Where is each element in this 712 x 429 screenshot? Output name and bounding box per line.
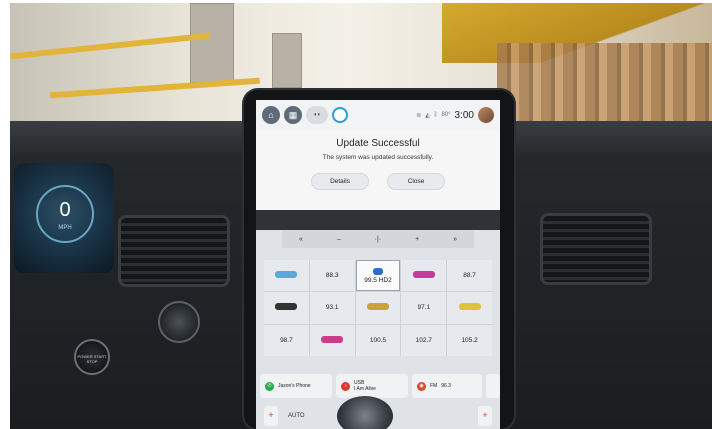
tuner-controls: « – ·|· + » [282,230,474,248]
station-logo-icon [366,303,389,311]
tune-indicator: ·|· [374,235,382,243]
preset-tile[interactable] [401,260,447,292]
drive-mode-knob[interactable] [158,301,200,343]
radio-icon: ◉ [417,381,426,391]
station-logo-icon [372,267,383,275]
tune-up-button[interactable]: + [415,236,419,243]
station-logo-icon [275,303,298,311]
preset-tile-selected[interactable]: 99.5 HD2 [355,260,401,292]
auto-climate-label[interactable]: AUTO [288,413,305,419]
assistant-icon[interactable] [332,107,348,123]
speed-value: 0 [59,199,71,221]
voice-icon[interactable]: ◖◗ [306,106,328,124]
preset-frequency: 97.1 [417,304,431,312]
details-button[interactable]: Details [311,173,369,190]
temp-up-left-button[interactable]: + [264,406,278,426]
phone-icon: ✆ [265,381,274,391]
instrument-cluster: 0 MPH [14,163,114,273]
usb-tile[interactable]: ♪ USB I Am Alive [336,374,408,398]
seek-forward-button[interactable]: » [453,236,457,243]
update-dialog: Update Successful The system was updated… [256,130,500,210]
bluetooth-icon: ᛒ [433,112,438,118]
apps-icon[interactable]: ▦ [284,106,302,124]
start-stop-label: POWER START STOP [77,354,107,364]
preset-frequency: 102.7 [415,336,432,344]
air-vent-left [118,215,230,287]
station-logo-icon [412,271,435,279]
preset-tile[interactable] [447,292,492,324]
speed-gauge: 0 MPH [36,185,94,243]
more-tile[interactable] [486,374,500,398]
volume-knob[interactable] [336,396,393,429]
start-stop-button[interactable]: POWER START STOP [74,339,110,375]
preset-tile[interactable]: 100.5 [355,324,401,356]
fm-tile[interactable]: ◉ FM 96.3 [412,374,482,398]
background-building [272,33,302,88]
clock: 3:00 [454,109,474,121]
speed-unit: MPH [58,225,72,231]
preset-tile[interactable] [264,292,309,324]
infotainment-screen: ⌂ ▦ ◖◗ ≋ ◭ ᛒ 80° 3:00 Update Successful … [256,100,500,429]
fm-frequency: 96.3 [441,383,451,389]
temperature: 80° [441,112,451,118]
background-building [190,3,234,83]
preset-tile[interactable]: 93.1 [309,292,355,324]
phone-label: Jason's Phone [278,383,311,389]
temp-up-right-button[interactable]: + [478,406,492,426]
fm-label: FM [430,383,438,389]
station-logo-icon [275,271,298,279]
preset-tile[interactable]: 97.1 [401,292,447,324]
preset-grid: 88.3 99.5 HD2 88.7 93.1 97.1 98.7 100.5 … [264,260,492,356]
dialog-title: Update Successful [336,138,420,149]
usb-label: USB I Am Alive [354,380,376,392]
preset-tile[interactable] [264,260,309,292]
air-vent-right [540,213,652,285]
preset-frequency: 93.1 [325,304,339,312]
home-icon[interactable]: ⌂ [262,106,280,124]
preset-tile[interactable]: 98.7 [264,324,309,356]
climate-bar: + AUTO + [256,396,500,429]
preset-frequency: 98.7 [280,336,293,344]
preset-tile[interactable]: 102.7 [401,324,447,356]
tune-down-button[interactable]: – [337,236,341,243]
signal-icon: ◭ [425,112,430,119]
wifi-icon: ≋ [416,112,422,119]
preset-frequency: 100.5 [369,336,387,344]
preset-tile[interactable]: 88.7 [447,260,492,292]
seek-back-button[interactable]: « [299,236,303,243]
preset-frequency: 88.3 [325,272,339,280]
preset-tile[interactable]: 105.2 [447,324,492,356]
preset-tile[interactable]: 88.3 [309,260,355,292]
dialog-message: The system was updated successfully. [322,154,434,161]
station-logo-icon [321,335,344,343]
preset-frequency: 88.7 [463,272,476,280]
profile-avatar[interactable] [478,107,494,123]
source-tiles: ✆ Jason's Phone ♪ USB I Am Alive ◉ FM 96… [260,374,500,398]
station-logo-icon [458,303,481,311]
close-button[interactable]: Close [387,173,445,190]
preset-frequency: 105.2 [461,336,478,344]
usb-icon: ♪ [341,381,350,391]
phone-tile[interactable]: ✆ Jason's Phone [260,374,332,398]
preset-tile[interactable] [355,292,401,324]
status-bar: ⌂ ▦ ◖◗ ≋ ◭ ᛒ 80° 3:00 [256,100,500,130]
now-playing-strip [256,210,500,230]
preset-tile[interactable] [309,324,355,356]
preset-frequency: 99.5 HD2 [364,276,392,284]
